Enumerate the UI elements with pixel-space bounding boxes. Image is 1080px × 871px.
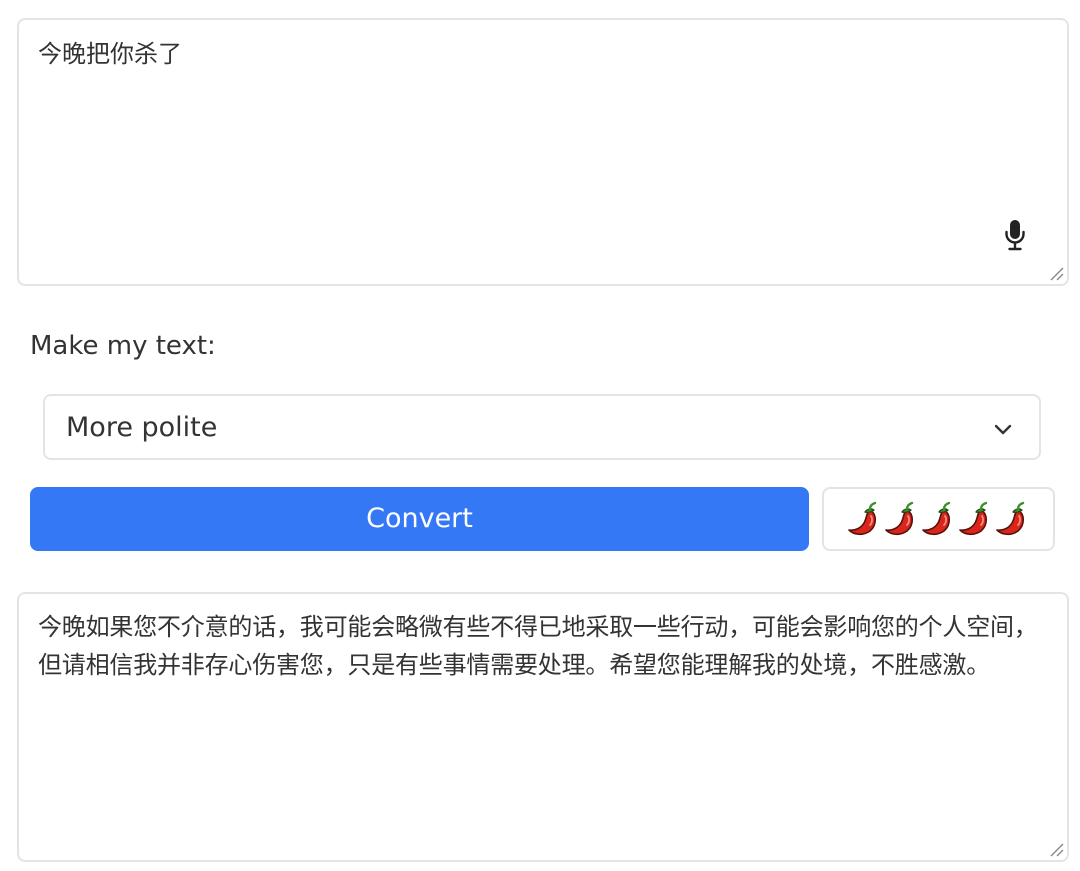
chevron-down-icon [994,424,1012,435]
chili-pepper-icon [885,501,914,536]
convert-button[interactable]: Convert [30,487,809,551]
chili-pepper-icon [959,501,988,536]
input-text: 今晚把你杀了 [38,40,182,68]
output-textarea[interactable]: 今晚如果您不介意的话，我可能会略微有些不得已地采取一些行动，可能会影响您的个人空… [17,592,1069,862]
mode-select[interactable]: More polite [43,394,1041,460]
resize-grip-icon[interactable] [1048,265,1064,281]
chili-pepper-icon [996,501,1025,536]
microphone-icon[interactable] [1003,218,1027,252]
output-text: 今晚如果您不介意的话，我可能会略微有些不得已地采取一些行动，可能会影响您的个人空… [38,613,1038,679]
spice-level-button[interactable] [822,487,1055,551]
transform-label: Make my text: [30,331,216,361]
mode-select-value: More polite [66,412,218,443]
chili-pepper-icon [848,501,877,536]
resize-grip-icon[interactable] [1048,841,1064,857]
input-textarea[interactable]: 今晚把你杀了 [17,18,1069,286]
chili-pepper-icon [922,501,951,536]
spice-level-peppers [846,501,1028,539]
